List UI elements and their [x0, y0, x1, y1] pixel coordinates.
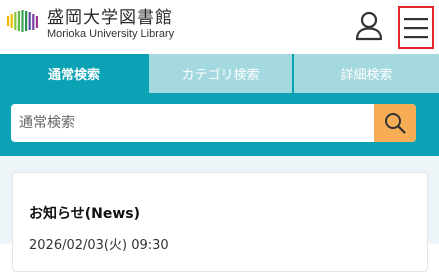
- tab-label: 通常検索: [47, 68, 100, 83]
- search-tabs: 通常検索 カテゴリ検索 詳細検索: [0, 54, 439, 93]
- user-icon: [355, 11, 383, 41]
- tab-advanced-search[interactable]: 詳細検索: [294, 54, 439, 93]
- main-content: お知らせ(News) 2026/02/03(火) 09:30: [0, 156, 439, 272]
- search-button[interactable]: [374, 104, 416, 142]
- search-box: [11, 104, 416, 142]
- site-header: 盛岡大学図書館 Morioka University Library: [0, 0, 439, 54]
- tab-label: カテゴリ検索: [181, 68, 260, 83]
- news-card: お知らせ(News) 2026/02/03(火) 09:30: [12, 172, 428, 272]
- user-account-button[interactable]: [352, 10, 386, 42]
- library-name[interactable]: 盛岡大学図書館: [47, 9, 173, 27]
- tab-label: 詳細検索: [340, 68, 393, 83]
- hamburger-menu-icon: [404, 17, 428, 38]
- library-logo-icon: [7, 10, 38, 32]
- library-name-english[interactable]: Morioka University Library: [47, 28, 174, 40]
- tab-category-search[interactable]: カテゴリ検索: [149, 54, 292, 93]
- tab-basic-search[interactable]: 通常検索: [0, 54, 148, 93]
- news-heading: お知らせ(News): [29, 206, 140, 222]
- search-icon: [385, 113, 406, 134]
- hamburger-menu-button[interactable]: [398, 6, 434, 49]
- search-input[interactable]: [11, 104, 375, 142]
- search-panel: 通常検索 カテゴリ検索 詳細検索: [0, 54, 439, 156]
